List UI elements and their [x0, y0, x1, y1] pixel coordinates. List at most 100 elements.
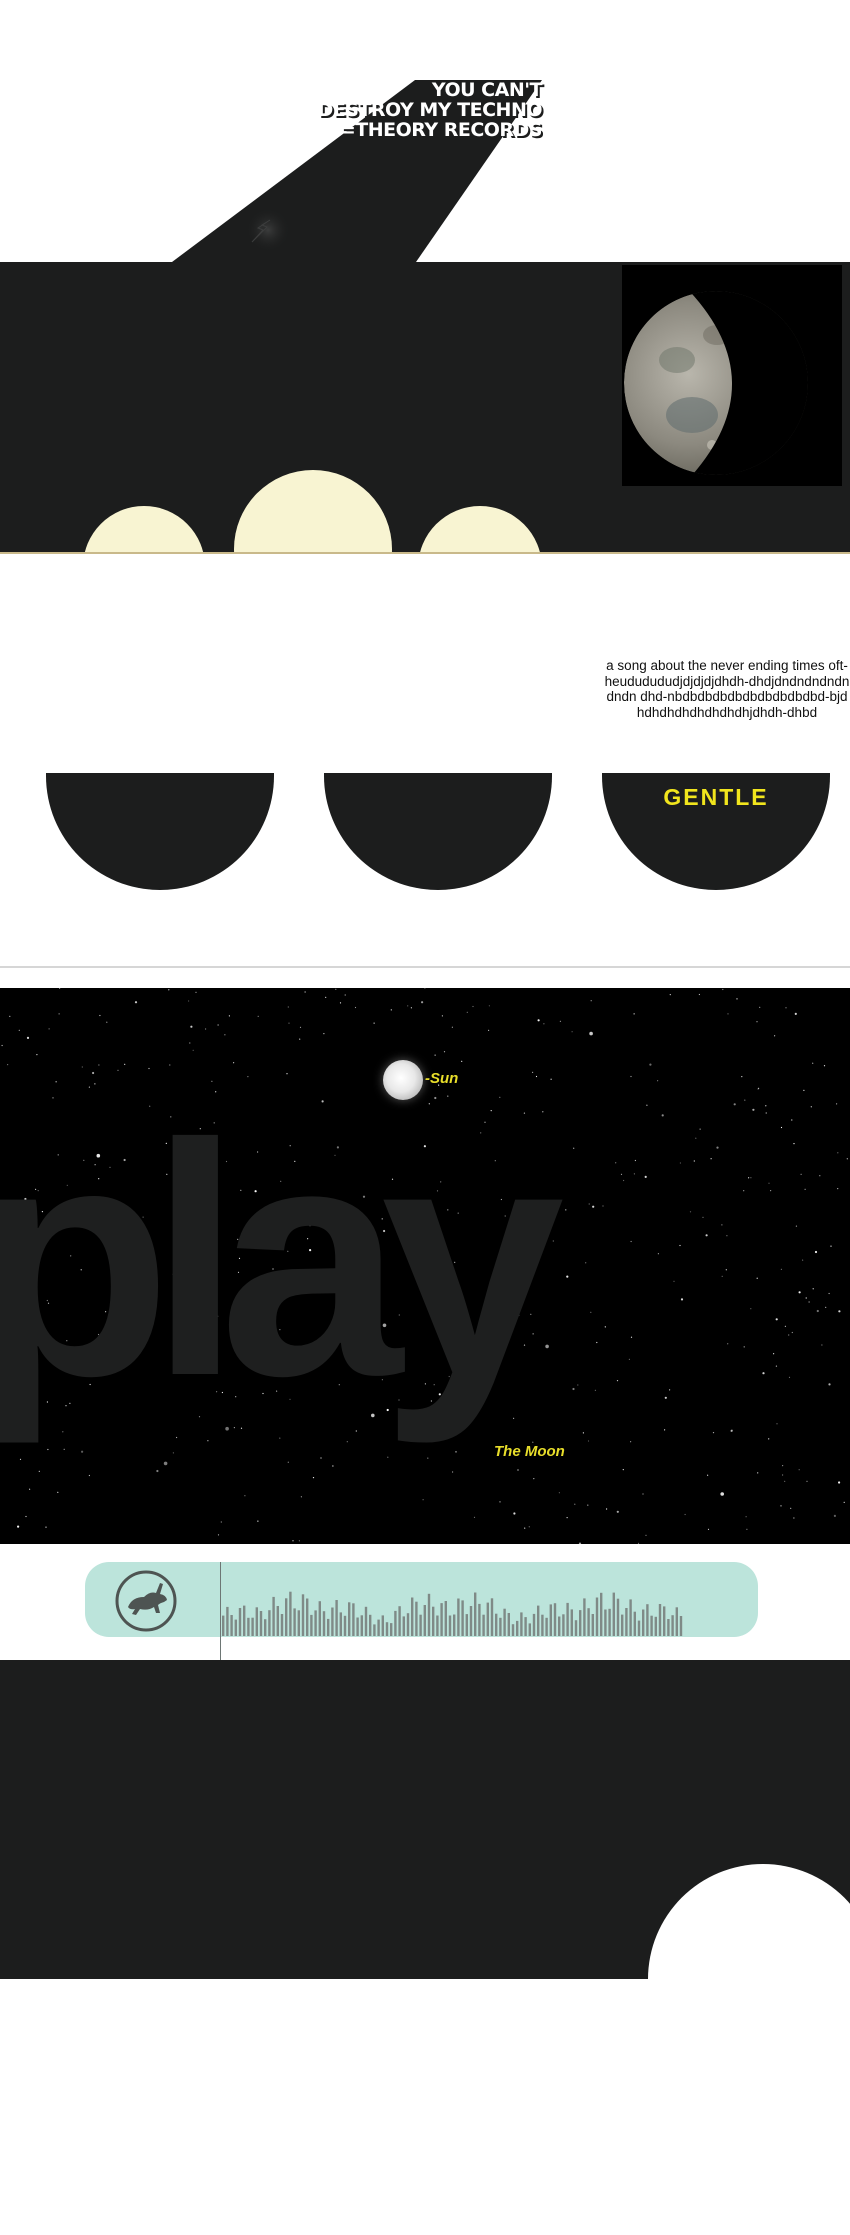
star	[443, 1051, 446, 1053]
waveform-bar	[432, 1606, 435, 1636]
waveform-bar	[297, 1610, 300, 1636]
star	[168, 989, 170, 991]
star	[106, 1021, 108, 1023]
waveform-bar	[335, 1600, 338, 1636]
star	[669, 994, 671, 996]
waveform-bar	[364, 1606, 368, 1636]
star	[421, 1001, 424, 1004]
star	[573, 1147, 575, 1149]
star	[588, 1203, 590, 1205]
star	[634, 1159, 637, 1162]
waveform-bar	[537, 1605, 540, 1636]
star	[592, 1205, 595, 1208]
waveform-bar	[663, 1606, 666, 1636]
waveform-bar	[339, 1612, 342, 1636]
star	[550, 1078, 552, 1080]
star	[727, 1013, 729, 1015]
star	[721, 1275, 723, 1277]
star	[633, 1173, 636, 1175]
star	[312, 1477, 315, 1479]
waveform-bar	[327, 1618, 330, 1636]
star	[646, 1104, 648, 1106]
waveform-bar	[377, 1619, 380, 1636]
star	[300, 1496, 302, 1498]
star	[752, 1108, 755, 1111]
star	[1, 1044, 3, 1047]
star	[707, 1528, 710, 1530]
card-label-gentle[interactable]: GENTLE	[602, 784, 830, 811]
star	[780, 1126, 783, 1129]
star	[233, 1062, 235, 1064]
star	[434, 1054, 436, 1056]
waveform-bar	[503, 1608, 506, 1636]
star	[775, 1365, 778, 1367]
star	[736, 998, 738, 1000]
star	[785, 1007, 787, 1009]
star	[793, 1143, 795, 1145]
star	[205, 1028, 207, 1030]
star	[816, 1309, 819, 1313]
star	[758, 1087, 760, 1089]
star	[664, 1429, 666, 1431]
waveform-bar	[457, 1598, 460, 1636]
star	[712, 1432, 715, 1434]
star	[466, 1011, 468, 1013]
star	[156, 1469, 159, 1473]
waveform-bar	[222, 1615, 225, 1636]
star	[819, 1175, 821, 1177]
star	[628, 1358, 631, 1360]
star	[623, 1179, 625, 1182]
waveform-bar	[629, 1599, 632, 1636]
waveform-bar	[306, 1598, 309, 1636]
star	[828, 1292, 830, 1295]
star	[784, 1480, 786, 1482]
star	[637, 1542, 640, 1544]
star	[825, 1306, 827, 1308]
star	[805, 1297, 807, 1299]
star	[124, 1063, 126, 1065]
moon-label: The Moon	[494, 1443, 565, 1460]
star	[791, 1331, 793, 1334]
star	[59, 988, 61, 989]
waveform-bar	[243, 1605, 246, 1636]
star	[793, 1517, 795, 1519]
waveform-bar	[259, 1611, 263, 1636]
star	[441, 1015, 443, 1017]
audio-waveform[interactable]	[222, 1568, 692, 1638]
star	[806, 1480, 808, 1482]
star	[699, 1128, 701, 1130]
star	[836, 1103, 838, 1105]
star	[838, 1310, 841, 1313]
star	[679, 1162, 682, 1164]
waveform-bar	[562, 1614, 565, 1636]
star	[664, 1396, 667, 1399]
waveform-bar	[465, 1614, 468, 1636]
star	[590, 1000, 592, 1002]
star	[630, 1240, 632, 1243]
star	[190, 1025, 193, 1028]
star	[36, 1054, 38, 1056]
running-rabbit-icon[interactable]	[114, 1569, 178, 1633]
site-title-line-1: YOU CAN'T	[431, 79, 543, 101]
star	[649, 1063, 652, 1066]
star	[566, 1275, 569, 1278]
waveform-bar	[679, 1616, 683, 1636]
waveform-bar	[230, 1615, 233, 1636]
star	[195, 991, 197, 993]
star	[689, 1211, 692, 1213]
waveform-bar	[264, 1619, 267, 1636]
star	[163, 1461, 168, 1466]
star	[602, 1205, 604, 1207]
star	[228, 1015, 230, 1017]
star	[532, 1071, 534, 1073]
waveform-bar	[612, 1592, 615, 1636]
star	[582, 1432, 585, 1434]
waveform-bar	[415, 1601, 418, 1636]
star	[288, 1022, 290, 1024]
star	[791, 1119, 793, 1121]
section-divider	[0, 966, 850, 968]
star	[812, 1062, 814, 1064]
star	[92, 1071, 95, 1075]
waveform-bar	[650, 1615, 653, 1636]
star	[722, 988, 724, 991]
